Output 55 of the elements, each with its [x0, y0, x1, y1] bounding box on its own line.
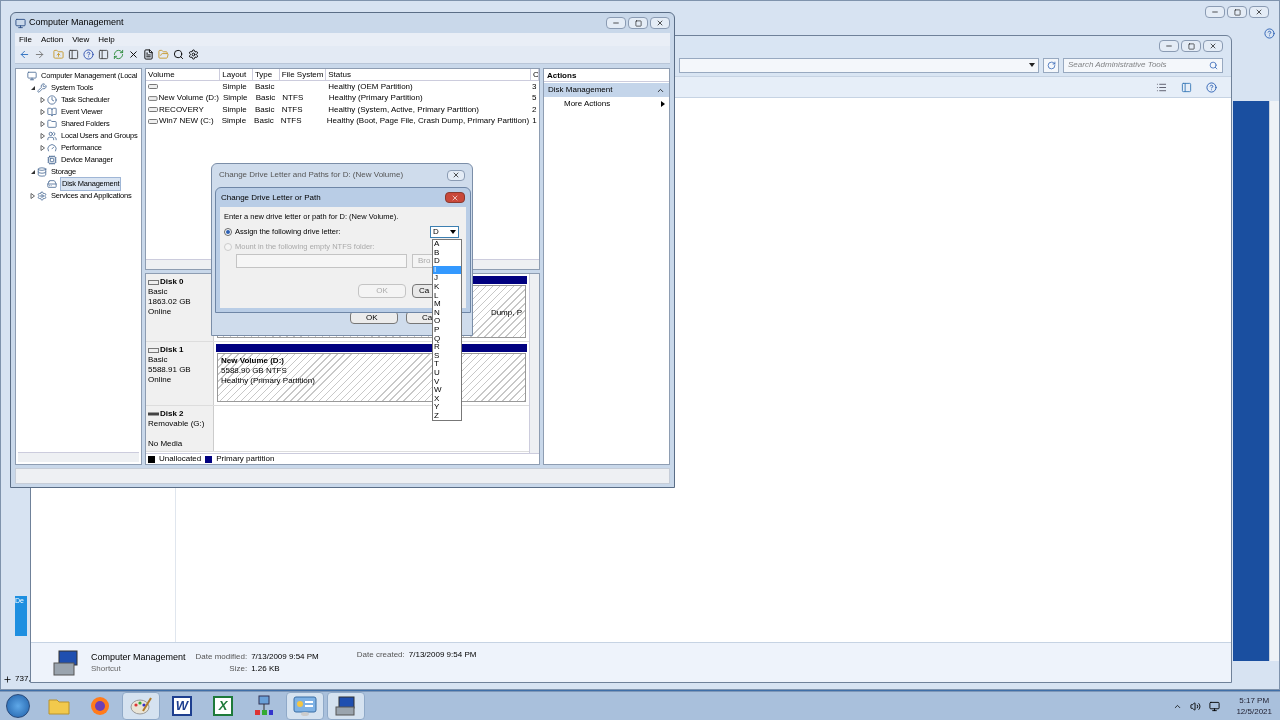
window-title: Computer Management: [29, 16, 124, 30]
table-cell: Win7 NEW (C:): [159, 115, 214, 128]
disk-detail: Online: [148, 307, 173, 317]
dialog-title: Change Drive Letter or Path: [221, 191, 321, 204]
spreadsheet-app-icon: X: [213, 696, 233, 716]
disk-detail: Online: [148, 375, 173, 385]
table-cell-text: Basic: [253, 103, 276, 116]
status-text: 737,: [15, 673, 31, 685]
disk-detail: 1863.02 GB: [148, 297, 192, 307]
disk-detail: No Media: [148, 439, 184, 449]
table-cell: NTFS: [280, 116, 302, 126]
table-cell-text: 1: [531, 115, 538, 128]
actions-title: Actions: [544, 69, 669, 82]
table-cell-text: Healthy (Primary Partition): [327, 92, 424, 105]
table-cell-text: Basic: [254, 92, 277, 105]
partition-detail: Dump, P: [490, 308, 522, 318]
disk-detail: Removable (G:): [148, 419, 206, 429]
file-type: Shortcut: [91, 662, 122, 675]
dialog-title: Change Drive Letter and Paths for D: (New Volume): [219, 169, 404, 181]
table-cell-text: Simple: [222, 92, 249, 105]
detail-value: 7/13/2009 9:54 PM: [408, 649, 477, 661]
disk-name: Disk 0: [160, 277, 184, 287]
table-cell-text: Healthy (System, Active, Primary Partition): [327, 103, 480, 116]
table-cell: NTFS: [281, 104, 303, 114]
table-cell-text: 3: [531, 80, 538, 93]
disk-name: Disk 1: [160, 345, 184, 355]
disk-detail: Basic: [148, 355, 169, 365]
table-cell: RECOVERY: [159, 103, 204, 116]
table-cell-text: Basic: [253, 80, 276, 93]
detail-label: Size:: [228, 662, 248, 675]
detail-value: 1.26 KB: [251, 662, 281, 675]
detail-label: Date modified:: [195, 650, 248, 663]
legend-label: Unallocated: [159, 453, 202, 465]
table-cell-text: Simple: [220, 115, 248, 128]
table-cell-text: Healthy (OEM Partition): [327, 80, 414, 93]
disk-detail: 5588.91 GB: [148, 365, 192, 375]
partition-detail: Healthy (Primary Partition): [221, 376, 315, 386]
table-cell-text: Basic: [253, 115, 275, 128]
file-name: Computer Management: [91, 650, 186, 663]
partition-title: New Volume (D:): [221, 356, 284, 366]
table-cell: New Volume (D:): [158, 92, 219, 105]
table-cell-text: Simple: [221, 103, 248, 116]
table-cell-text: Healthy (Boot, Page File, Crash Dump, Primary Partition): [325, 115, 531, 128]
section-title: Disk Management: [548, 84, 613, 96]
document-app-icon: W: [172, 696, 192, 716]
detail-label: Date created:: [356, 649, 405, 661]
table-cell-text: Simple: [221, 80, 248, 93]
table-cell-text: 2: [531, 103, 538, 116]
disk-detail: Basic: [148, 287, 169, 297]
disk-name: Disk 2: [160, 409, 184, 419]
table-cell: NTFS: [282, 93, 304, 103]
legend-label: Primary partition: [216, 453, 275, 465]
table-cell-text: 5: [531, 92, 538, 105]
detail-value: 7/13/2009 9:54 PM: [251, 650, 319, 663]
partition-detail: 5588.90 GB NTFS: [221, 366, 287, 376]
